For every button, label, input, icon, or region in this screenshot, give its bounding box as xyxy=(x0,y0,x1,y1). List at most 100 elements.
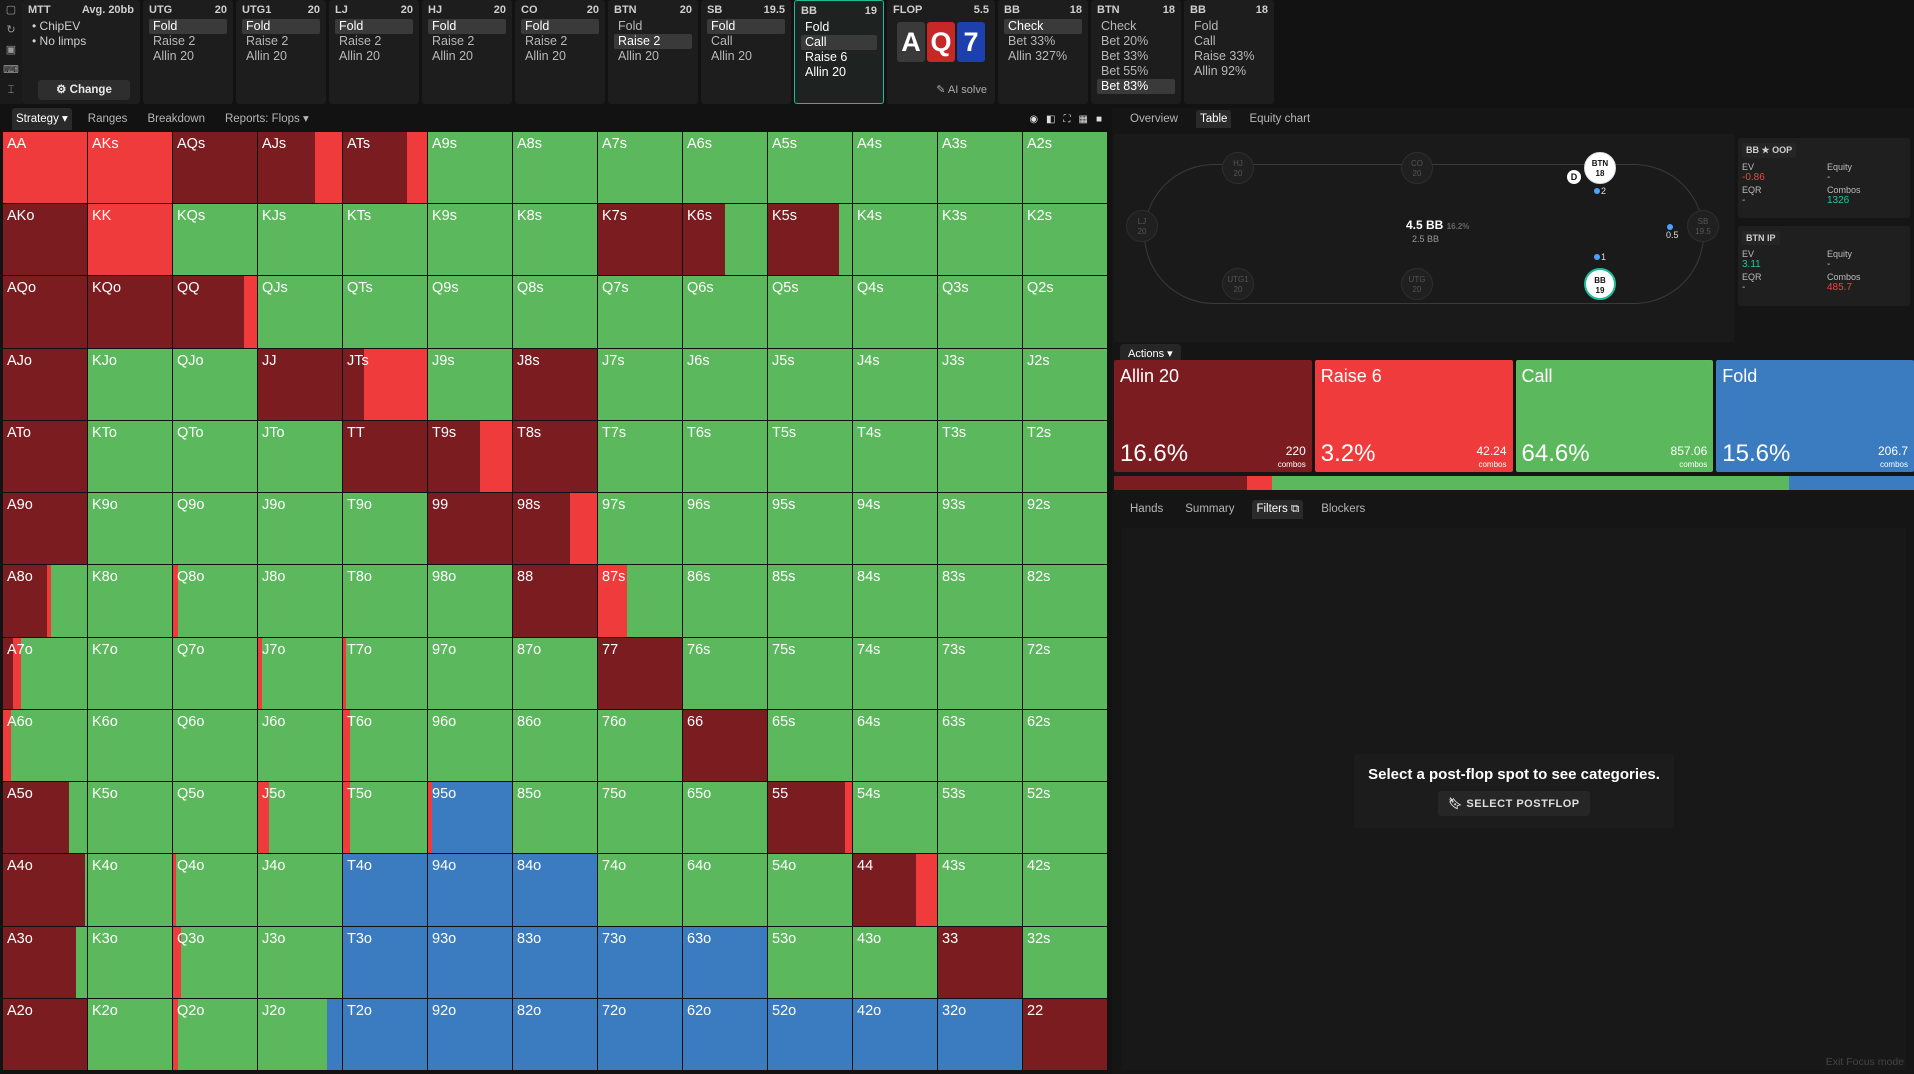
hand-cell[interactable]: 42o xyxy=(853,998,937,1070)
hand-cell[interactable]: 74s xyxy=(853,637,937,709)
action-option[interactable]: Fold xyxy=(521,19,599,34)
hand-cell[interactable]: 74o xyxy=(598,854,682,926)
hand-cell[interactable]: 84o xyxy=(513,854,597,926)
hand-cell[interactable]: T2o xyxy=(343,998,427,1070)
hand-cell[interactable]: 92s xyxy=(1023,493,1107,565)
seat-hj[interactable]: HJ 20 xyxy=(1222,152,1254,184)
hand-cell[interactable]: K4o xyxy=(88,854,172,926)
hand-cell[interactable]: T6o xyxy=(343,709,427,782)
hand-cell[interactable]: 95s xyxy=(768,493,852,565)
post-card-bb[interactable]: BB 18 Check Bet 33% Allin 327% xyxy=(998,0,1088,104)
hand-cell[interactable]: K7s xyxy=(598,204,682,276)
hand-cell[interactable]: J8o xyxy=(258,565,342,637)
tab-equity-chart[interactable]: Equity chart xyxy=(1245,110,1314,128)
hand-cell[interactable]: K5s xyxy=(768,204,852,276)
hand-cell[interactable]: 64o xyxy=(683,854,767,926)
hand-cell[interactable]: J8s xyxy=(513,348,597,420)
hand-cell[interactable]: J5o xyxy=(258,782,342,854)
hand-cell[interactable]: 86s xyxy=(683,565,767,637)
hand-cell[interactable]: J4o xyxy=(258,854,342,926)
hand-cell[interactable]: Q6s xyxy=(683,276,767,348)
hand-cell[interactable]: 98s xyxy=(513,493,597,565)
hand-cell[interactable]: J4s xyxy=(853,348,937,420)
seat-btn[interactable]: BTN 18 xyxy=(1584,152,1616,184)
hand-cell[interactable]: ATs xyxy=(343,132,427,204)
hand-cell[interactable]: K7o xyxy=(88,637,172,709)
action-option[interactable]: Fold xyxy=(614,19,692,34)
hand-cell[interactable]: A4o xyxy=(3,854,87,926)
new-file-icon[interactable]: ▢ xyxy=(0,0,22,20)
action-option[interactable]: Allin 20 xyxy=(614,49,692,64)
action-option[interactable]: Allin 20 xyxy=(428,49,506,64)
action-option[interactable]: Raise 2 xyxy=(149,34,227,49)
pos-card-btn[interactable]: BTN 20 Fold Raise 2 Allin 20 xyxy=(608,0,698,104)
hand-cell[interactable]: J5s xyxy=(768,348,852,420)
hand-cell[interactable]: A7o xyxy=(3,637,87,709)
hand-cell[interactable]: K3o xyxy=(88,926,172,998)
expand-icon[interactable]: ⛶ xyxy=(1064,114,1071,125)
action-option[interactable]: Bet 33% xyxy=(1097,49,1175,64)
hand-cell[interactable]: KK xyxy=(88,204,172,276)
action-option[interactable]: Allin 20 xyxy=(521,49,599,64)
hand-cell[interactable]: 98o xyxy=(428,565,512,637)
action-option[interactable]: Fold xyxy=(801,20,877,35)
hand-cell[interactable]: 88 xyxy=(513,565,597,637)
pos-card-utg1[interactable]: UTG1 20 Fold Raise 2 Allin 20 xyxy=(236,0,326,104)
hand-cell[interactable]: 54s xyxy=(853,782,937,854)
action-box[interactable]: Call 64.6% 857.06 combos xyxy=(1515,360,1714,472)
hand-cell[interactable]: A4s xyxy=(853,132,937,204)
refresh-icon[interactable]: ↻ xyxy=(0,20,22,40)
hand-cell[interactable]: A2s xyxy=(1023,132,1107,204)
hand-cell[interactable]: 62o xyxy=(683,998,767,1070)
hand-cell[interactable]: 73s xyxy=(938,637,1022,709)
hand-cell[interactable]: 93s xyxy=(938,493,1022,565)
hand-cell[interactable]: T5o xyxy=(343,782,427,854)
hand-cell[interactable]: K6s xyxy=(683,204,767,276)
hand-cell[interactable]: 99 xyxy=(428,493,512,565)
hand-cell[interactable]: A6s xyxy=(683,132,767,204)
hand-cell[interactable]: 43o xyxy=(853,926,937,998)
hand-cell[interactable]: T5s xyxy=(768,420,852,493)
hand-cell[interactable]: 73o xyxy=(598,926,682,998)
hand-cell[interactable]: T7o xyxy=(343,637,427,709)
hand-cell[interactable]: J3o xyxy=(258,926,342,998)
action-box[interactable]: Allin 20 16.6% 220 combos xyxy=(1114,360,1312,472)
hand-cell[interactable]: AA xyxy=(3,132,87,204)
exit-focus-mode[interactable]: Exit Focus mode xyxy=(1826,1056,1904,1068)
hand-cell[interactable]: 32s xyxy=(1023,926,1107,998)
hand-cell[interactable]: 83o xyxy=(513,926,597,998)
hand-cell[interactable]: K3s xyxy=(938,204,1022,276)
hand-cell[interactable]: KTo xyxy=(88,420,172,493)
hand-cell[interactable]: 97s xyxy=(598,493,682,565)
hand-cell[interactable]: 83s xyxy=(938,565,1022,637)
action-option[interactable]: Fold xyxy=(335,19,413,34)
hand-cell[interactable]: Q3s xyxy=(938,276,1022,348)
hand-cell[interactable]: A2o xyxy=(3,998,87,1070)
hand-cell[interactable]: K4s xyxy=(853,204,937,276)
hand-cell[interactable]: 33 xyxy=(938,926,1022,998)
hand-cell[interactable]: 72s xyxy=(1023,637,1107,709)
action-option[interactable]: Check xyxy=(1004,19,1082,34)
hand-cell[interactable]: J6s xyxy=(683,348,767,420)
hand-cell[interactable]: A3o xyxy=(3,926,87,998)
action-option[interactable]: Bet 33% xyxy=(1004,34,1082,49)
action-option[interactable]: Raise 2 xyxy=(521,34,599,49)
hand-cell[interactable]: Q4s xyxy=(853,276,937,348)
select-postflop-button[interactable]: 🔖︎ SELECT POSTFLOP xyxy=(1438,791,1590,816)
hand-cell[interactable]: AQo xyxy=(3,276,87,348)
tab-breakdown[interactable]: Breakdown xyxy=(143,108,209,130)
hand-cell[interactable]: T6s xyxy=(683,420,767,493)
hand-cell[interactable]: 95o xyxy=(428,782,512,854)
action-option[interactable]: Fold xyxy=(242,19,320,34)
hand-cell[interactable]: Q7o xyxy=(173,637,257,709)
hand-cell[interactable]: 53s xyxy=(938,782,1022,854)
hand-cell[interactable]: K2o xyxy=(88,998,172,1070)
action-option[interactable]: Allin 327% xyxy=(1004,49,1082,64)
tab-table[interactable]: Table xyxy=(1195,110,1232,128)
hand-cell[interactable]: T7s xyxy=(598,420,682,493)
action-option[interactable]: Fold xyxy=(1190,19,1268,34)
seat-sb[interactable]: SB 19.5 xyxy=(1687,210,1719,242)
post-card-btn[interactable]: BTN 18 Check Bet 20% Bet 33% Bet 55% Bet 83% xyxy=(1091,0,1181,104)
hand-cell[interactable]: 87s xyxy=(598,565,682,637)
hand-cell[interactable]: 96o xyxy=(428,709,512,782)
